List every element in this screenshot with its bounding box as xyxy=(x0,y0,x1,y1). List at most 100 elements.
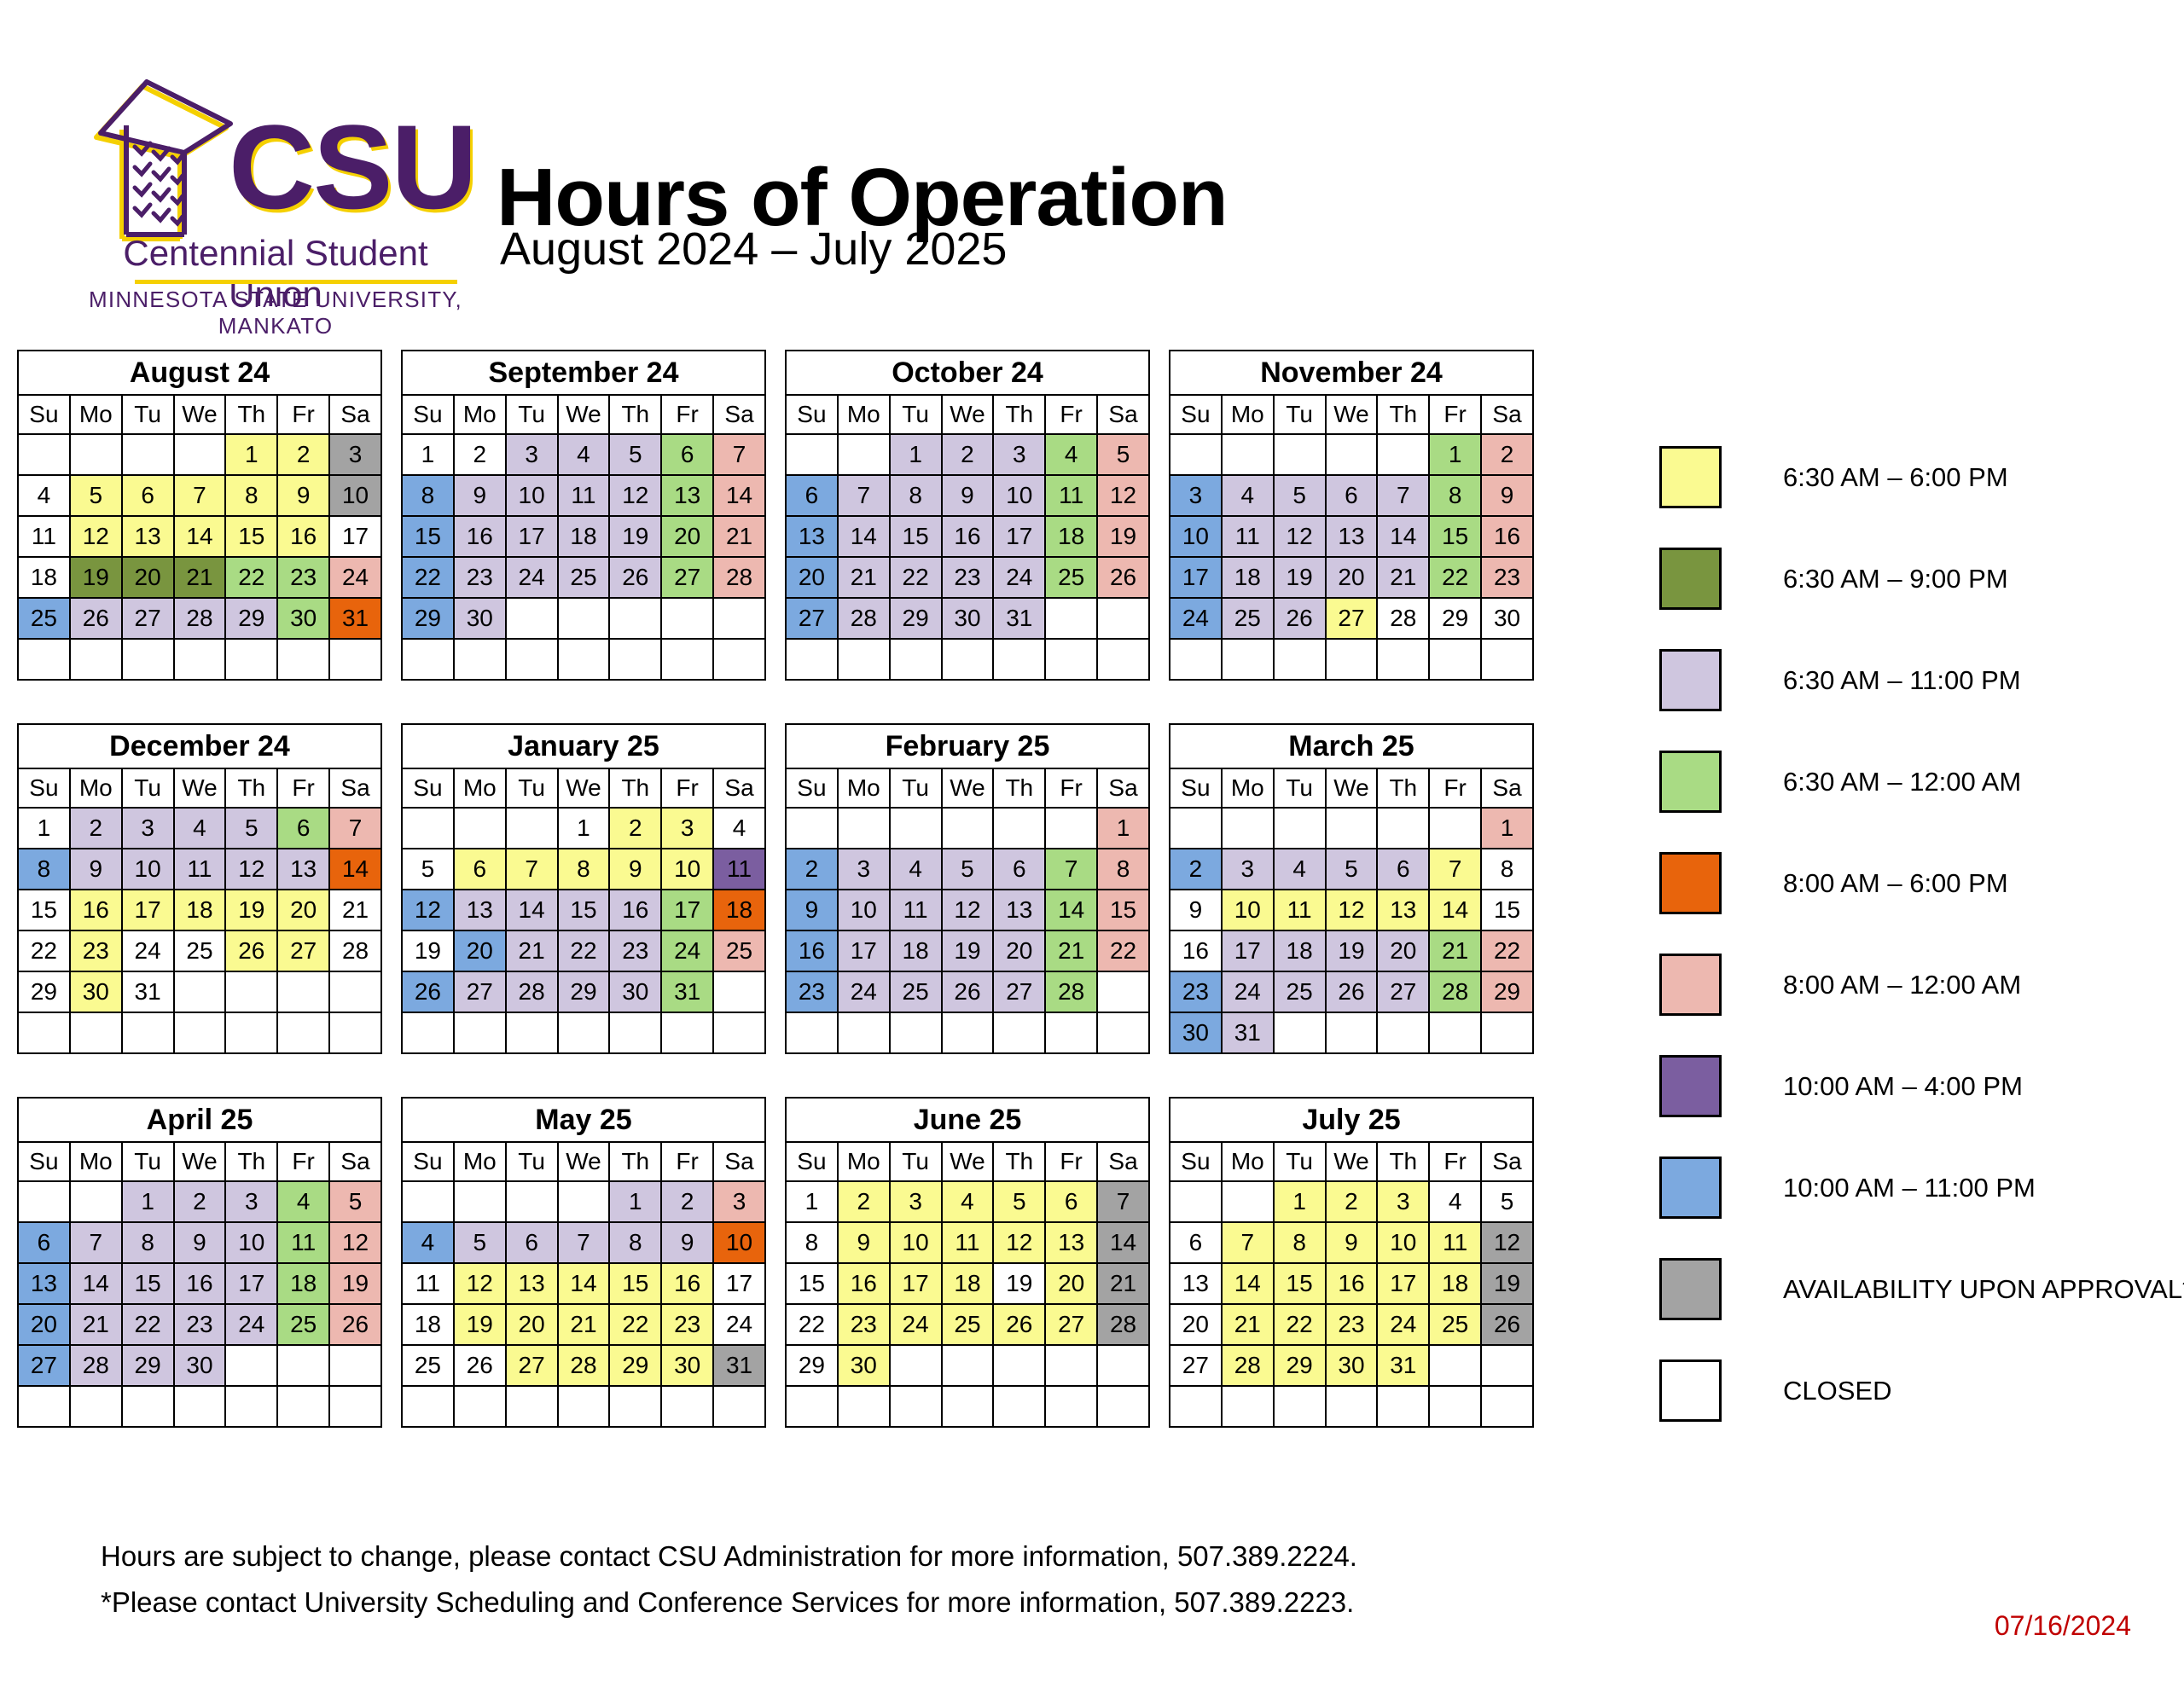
page-subtitle: August 2024 – July 2025 xyxy=(500,223,1008,275)
day-cell: 8 xyxy=(1096,848,1150,890)
week-row: 13 14 15 16 17 18 19 xyxy=(785,515,1150,558)
day-cell: 5 xyxy=(1480,1180,1534,1223)
day-cell: 20 xyxy=(504,1303,559,1346)
day-cell: 15 xyxy=(1096,889,1150,931)
day-cell: 7 xyxy=(68,1221,123,1264)
month-calendar: August 24 Su Mo Tu We Th Fr Sa 1 2 3 4 5 6 7 8 9 10 11 12 13… xyxy=(0,350,384,681)
empty-day-cell xyxy=(940,1012,995,1054)
day-cell: 26 xyxy=(68,597,123,640)
month-table: June 25 Su Mo Tu We Th Fr Sa 1 2 3 4 5 6 7 8 9 10 11 12 13 14… xyxy=(785,1097,1150,1428)
empty-day-cell xyxy=(1272,807,1327,849)
empty-day-cell xyxy=(1480,1385,1534,1428)
empty-day-cell xyxy=(940,1344,995,1387)
empty-day-cell xyxy=(328,971,382,1013)
week-row: 29 30 xyxy=(785,1344,1150,1387)
empty-day-cell xyxy=(1480,1344,1534,1387)
day-cell: 4 xyxy=(1428,1180,1483,1223)
day-cell: 25 xyxy=(888,971,943,1013)
day-cell: 12 xyxy=(1096,474,1150,517)
day-cell: 9 xyxy=(68,848,123,890)
day-cell: 5 xyxy=(401,848,455,890)
empty-day-cell xyxy=(1096,1344,1150,1387)
day-cell: 17 xyxy=(1220,930,1275,972)
legend-swatch-purple xyxy=(1659,649,1722,711)
month-calendar: September 24 Su Mo Tu We Th Fr Sa 1 2 3 4 5 6 7 8 9 10 11 1… xyxy=(384,350,768,681)
day-cell: 6 xyxy=(1169,1221,1223,1264)
day-cell: 15 xyxy=(17,889,71,931)
empty-day-cell xyxy=(276,638,331,681)
weekday-header-fr: Fr xyxy=(660,394,715,435)
weekday-header-th: Th xyxy=(992,394,1047,435)
empty-day-cell xyxy=(224,1012,279,1054)
week-row xyxy=(785,638,1150,681)
day-cell: 10 xyxy=(1376,1221,1431,1264)
day-cell: 28 xyxy=(836,597,891,640)
day-cell: 25 xyxy=(712,930,766,972)
week-row: 22 23 24 25 26 27 28 xyxy=(785,1303,1150,1346)
week-row xyxy=(1169,638,1534,681)
calendar-grid: August 24 Su Mo Tu We Th Fr Sa 1 2 3 4 5 6 7 8 9 10 11 12 13… xyxy=(0,350,1638,1470)
day-cell: 23 xyxy=(1324,1303,1379,1346)
legend-label: 8:00 AM – 6:00 PM xyxy=(1783,868,2008,898)
day-cell: 19 xyxy=(68,556,123,599)
day-cell: 13 xyxy=(452,889,507,931)
empty-day-cell xyxy=(1096,597,1150,640)
day-cell: 19 xyxy=(224,889,279,931)
day-cell: 1 xyxy=(1272,1180,1327,1223)
logo-initials: CSU xyxy=(229,100,478,234)
calendar-row: August 24 Su Mo Tu We Th Fr Sa 1 2 3 4 5 6 7 8 9 10 11 12 13… xyxy=(0,350,1638,681)
empty-day-cell xyxy=(17,1385,71,1428)
day-cell: 9 xyxy=(1480,474,1534,517)
day-cell: 17 xyxy=(660,889,715,931)
footer-line-1: Hours are subject to change, please cont… xyxy=(101,1540,1357,1572)
legend: 6:30 AM – 6:00 PM 6:30 AM – 9:00 PM 6:30 A… xyxy=(1659,426,2184,1441)
weekday-header-su: Su xyxy=(401,768,455,809)
day-cell: 30 xyxy=(1169,1012,1223,1054)
legend-swatch-orange xyxy=(1659,852,1722,914)
day-cell: 15 xyxy=(401,515,455,558)
weekday-header-fr: Fr xyxy=(1044,394,1099,435)
day-cell: 7 xyxy=(1428,848,1483,890)
day-cell: 3 xyxy=(836,848,891,890)
day-cell: 10 xyxy=(660,848,715,890)
month-title: December 24 xyxy=(17,723,382,769)
empty-day-cell xyxy=(1220,433,1275,476)
day-cell: 20 xyxy=(785,556,839,599)
week-row: 13 14 15 16 17 18 19 xyxy=(17,1262,382,1305)
day-cell: 12 xyxy=(1480,1221,1534,1264)
day-cell: 23 xyxy=(785,971,839,1013)
day-cell: 14 xyxy=(1096,1221,1150,1264)
month-calendar: February 25 Su Mo Tu We Th Fr Sa 1 2 3 4 5 6 7 8 9 10 11 12… xyxy=(768,723,1152,1054)
day-cell: 21 xyxy=(68,1303,123,1346)
day-cell: 6 xyxy=(452,848,507,890)
weekday-header-mo: Mo xyxy=(452,1141,507,1182)
day-cell: 8 xyxy=(17,848,71,890)
weekday-header-su: Su xyxy=(17,768,71,809)
day-cell: 15 xyxy=(888,515,943,558)
day-cell: 2 xyxy=(452,433,507,476)
day-cell: 27 xyxy=(660,556,715,599)
month-calendar: March 25 Su Mo Tu We Th Fr Sa 1 2 3 4 5 6 7 8 9 10 11 12 13 1… xyxy=(1152,723,1536,1054)
day-cell: 8 xyxy=(1272,1221,1327,1264)
month-calendar: July 25 Su Mo Tu We Th Fr Sa 1 2 3 4 5 6 7 8 9 10 11 12 13 14… xyxy=(1152,1097,1536,1428)
day-cell: 10 xyxy=(328,474,382,517)
empty-day-cell xyxy=(1220,1180,1275,1223)
empty-day-cell xyxy=(1376,807,1431,849)
empty-day-cell xyxy=(452,1180,507,1223)
day-cell: 29 xyxy=(1428,597,1483,640)
day-cell: 14 xyxy=(836,515,891,558)
day-cell: 30 xyxy=(608,971,663,1013)
weekday-header-tu: Tu xyxy=(1272,1141,1327,1182)
day-cell: 1 xyxy=(556,807,611,849)
week-row: 12 xyxy=(1169,433,1534,476)
weekday-header-sa: Sa xyxy=(712,768,766,809)
weekday-header-tu: Tu xyxy=(888,394,943,435)
day-cell: 5 xyxy=(1096,433,1150,476)
empty-day-cell xyxy=(328,1012,382,1054)
day-cell: 21 xyxy=(1220,1303,1275,1346)
day-cell: 29 xyxy=(556,971,611,1013)
empty-day-cell xyxy=(401,1180,455,1223)
weekday-header-tu: Tu xyxy=(888,768,943,809)
month-table: March 25 Su Mo Tu We Th Fr Sa 1 2 3 4 5 6 7 8 9 10 11 12 13 1… xyxy=(1169,723,1534,1054)
day-cell: 6 xyxy=(1044,1180,1099,1223)
